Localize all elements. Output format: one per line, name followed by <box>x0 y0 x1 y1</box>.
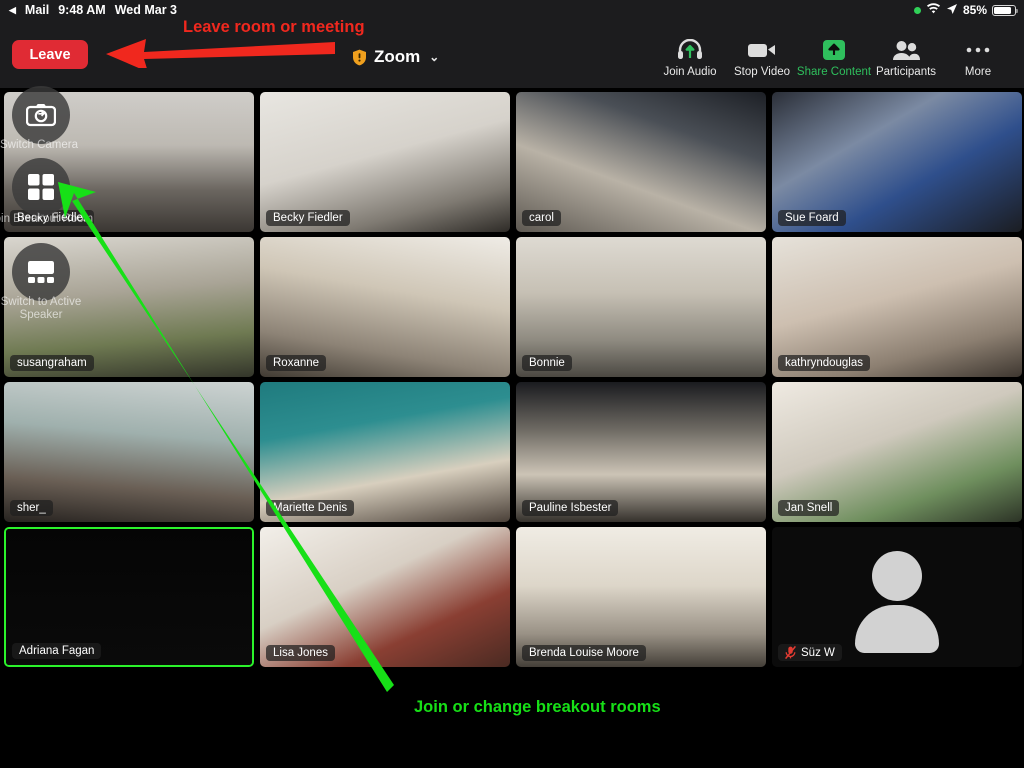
participant-nameplate: Bonnie <box>522 355 572 371</box>
status-back-app-label[interactable]: Mail <box>25 3 49 17</box>
participant-name: carol <box>529 212 554 224</box>
participant-nameplate: Mariette Denis <box>266 500 355 516</box>
participant-name: sher_ <box>17 502 46 514</box>
participant-tile[interactable]: kathryndouglas <box>772 237 1022 377</box>
ios-status-bar: ◀ Mail 9:48 AM Wed Mar 3 85% <box>0 0 1024 20</box>
participant-name: kathryndouglas <box>785 357 863 369</box>
toolbar-items: Join Audio Stop Video Share Content Part… <box>654 38 1014 78</box>
participant-name: Becky Fiedler <box>273 212 343 224</box>
participant-name: Sue Foard <box>785 212 839 224</box>
participant-nameplate: Lisa Jones <box>266 645 335 661</box>
status-date: Wed Mar 3 <box>114 3 177 17</box>
shield-warning-icon[interactable] <box>352 49 367 66</box>
participant-nameplate: Roxanne <box>266 355 327 371</box>
headset-join-audio-icon <box>677 38 703 62</box>
video-camera-icon <box>747 38 777 62</box>
leave-button[interactable]: Leave <box>12 40 88 69</box>
back-triangle-icon[interactable]: ◀ <box>9 5 16 15</box>
participant-nameplate: kathryndouglas <box>778 355 870 371</box>
participant-nameplate: Süz W <box>778 644 842 661</box>
participant-nameplate: carol <box>522 210 561 226</box>
breakout-rooms-grid-icon <box>28 174 54 200</box>
participant-tile[interactable]: Roxanne <box>260 237 510 377</box>
switch-camera-label: Switch Camera <box>0 139 78 151</box>
participant-name: Jan Snell <box>785 502 833 514</box>
participant-tile[interactable]: Bonnie <box>516 237 766 377</box>
participant-tile[interactable]: carol <box>516 92 766 232</box>
meeting-title-group[interactable]: Zoom ⌄ <box>352 47 439 67</box>
participant-name: Pauline Isbester <box>529 502 612 514</box>
zoom-meeting-screen: ◀ Mail 9:48 AM Wed Mar 3 85% Leave Zoom … <box>0 0 1024 768</box>
participant-tile[interactable]: Brenda Louise Moore <box>516 527 766 667</box>
participant-tile[interactable]: Adriana Fagan <box>4 527 254 667</box>
participant-nameplate: Jan Snell <box>778 500 840 516</box>
annotation-leave-text: Leave room or meeting <box>183 18 365 36</box>
participant-tile[interactable]: sher_ <box>4 382 254 522</box>
share-content-label: Share Content <box>796 66 872 78</box>
join-breakout-room-button[interactable] <box>12 158 70 216</box>
more-label: More <box>964 66 992 78</box>
participant-nameplate: sher_ <box>10 500 53 516</box>
participant-name: Brenda Louise Moore <box>529 647 639 659</box>
stop-video-button[interactable]: Stop Video <box>726 38 798 78</box>
participant-name: Roxanne <box>273 357 320 369</box>
participant-tile[interactable]: Süz W <box>772 527 1022 667</box>
zoom-top-toolbar: Leave Zoom ⌄ Join Audio Stop Video Share… <box>0 20 1024 88</box>
share-content-button[interactable]: Share Content <box>796 38 872 78</box>
participant-name: Lisa Jones <box>273 647 328 659</box>
participant-name: susangraham <box>17 357 87 369</box>
participant-name: Adriana Fagan <box>19 645 95 657</box>
participant-tile[interactable]: Pauline Isbester <box>516 382 766 522</box>
participant-nameplate: Pauline Isbester <box>522 500 619 516</box>
switch-to-active-speaker-label: Switch to Active Speaker <box>0 296 82 321</box>
participant-nameplate: Adriana Fagan <box>12 643 102 659</box>
more-button[interactable]: More <box>942 38 1014 78</box>
share-up-arrow-icon <box>822 38 846 62</box>
participants-icon <box>891 38 921 62</box>
participant-name: Bonnie <box>529 357 565 369</box>
annotation-breakout-text: Join or change breakout rooms <box>414 698 661 716</box>
switch-camera-button[interactable] <box>12 86 70 144</box>
microphone-muted-icon <box>785 645 796 660</box>
switch-camera-icon <box>26 104 56 127</box>
join-audio-label: Join Audio <box>663 66 717 78</box>
join-audio-button[interactable]: Join Audio <box>654 38 726 78</box>
participant-tile[interactable]: Sue Foard <box>772 92 1022 232</box>
participant-tile[interactable]: Becky Fiedler <box>260 92 510 232</box>
battery-icon <box>992 4 1019 16</box>
participant-nameplate: Brenda Louise Moore <box>522 645 646 661</box>
green-dot-icon <box>913 6 921 14</box>
active-speaker-layout-icon <box>28 261 54 283</box>
participant-tile[interactable]: Lisa Jones <box>260 527 510 667</box>
chevron-down-icon[interactable]: ⌄ <box>429 50 439 64</box>
participant-nameplate: Sue Foard <box>778 210 846 226</box>
status-time: 9:48 AM <box>58 3 106 17</box>
more-ellipsis-icon <box>965 38 991 62</box>
meeting-title-label: Zoom <box>374 47 421 66</box>
participant-tile[interactable]: Mariette Denis <box>260 382 510 522</box>
location-arrow-icon <box>946 3 958 18</box>
wifi-icon <box>926 2 941 18</box>
video-gallery-grid: Becky Fiedler Becky Fiedler carol Sue Foard… <box>0 88 1024 680</box>
participant-name: Mariette Denis <box>273 502 348 514</box>
join-breakout-room-label: Join Breakout Room <box>0 213 94 225</box>
participant-nameplate: Becky Fiedler <box>266 210 350 226</box>
participant-tile[interactable]: Jan Snell <box>772 382 1022 522</box>
participant-name: Süz W <box>801 646 835 659</box>
battery-percent-label: 85% <box>962 3 987 17</box>
participants-button[interactable]: Participants <box>870 38 942 78</box>
participants-label: Participants <box>875 66 937 78</box>
stop-video-label: Stop Video <box>733 66 791 78</box>
participant-nameplate: susangraham <box>10 355 94 371</box>
switch-to-active-speaker-button[interactable] <box>12 243 70 301</box>
